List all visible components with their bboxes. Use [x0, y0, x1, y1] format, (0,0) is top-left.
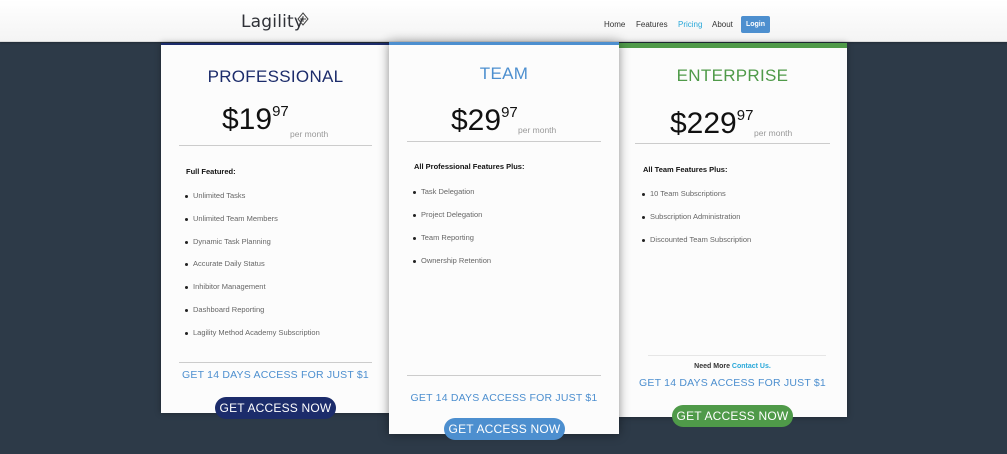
main-nav: Home Features Pricing About Login — [0, 16, 1007, 36]
divider — [635, 143, 830, 144]
price-period: per month — [754, 128, 793, 138]
plan-price: $2997 — [451, 104, 518, 138]
feature-item: Task Delegation — [412, 187, 475, 196]
features-heading: Full Featured: — [186, 167, 236, 176]
plan-price: $22997 — [670, 107, 753, 141]
nav-features[interactable]: Features — [636, 20, 668, 29]
divider — [407, 141, 601, 142]
feature-item: Dynamic Task Planning — [185, 237, 271, 246]
divider — [648, 355, 826, 356]
trial-offer-text: GET 14 DAYS ACCESS FOR JUST $1 — [410, 392, 598, 404]
feature-item: Project Delegation — [412, 210, 483, 219]
feature-item: Unlimited Team Members — [185, 214, 278, 223]
trial-offer-text: GET 14 DAYS ACCESS FOR JUST $1 — [182, 369, 369, 381]
contact-note: Need More Contact Us. — [618, 363, 847, 370]
features-heading: All Professional Features Plus: — [414, 162, 525, 171]
plan-title: PROFESSIONAL — [207, 67, 344, 86]
plan-price: $1997 — [222, 103, 289, 137]
plan-card-team: TEAM $2997 per month All Professional Fe… — [389, 42, 619, 434]
feature-item: Dashboard Reporting — [184, 305, 265, 314]
trial-offer-text: GET 14 DAYS ACCESS FOR JUST $1 — [639, 377, 826, 389]
price-cents: 97 — [736, 107, 754, 124]
plan-title: TEAM — [479, 64, 529, 83]
contact-us-link[interactable]: Contact Us. — [732, 363, 771, 370]
nav-about[interactable]: About — [712, 20, 733, 29]
get-access-button-team[interactable]: GET ACCESS NOW — [444, 418, 565, 440]
divider — [407, 375, 601, 376]
feature-item: Lagility Method Academy Subscription — [185, 328, 320, 337]
divider — [179, 362, 372, 363]
price-main: $229 — [670, 107, 737, 140]
price-main: $29 — [451, 104, 502, 137]
feature-item: Inhibitor Management — [185, 282, 266, 291]
price-main: $19 — [222, 103, 273, 136]
plan-title: ENTERPRISE — [676, 66, 789, 85]
get-access-button-professional[interactable]: GET ACCESS NOW — [215, 397, 336, 419]
feature-item: Accurate Daily Status — [185, 259, 265, 268]
feature-item: Team Reporting — [413, 233, 474, 242]
price-cents: 97 — [501, 104, 518, 121]
nav-pricing[interactable]: Pricing — [678, 20, 702, 29]
nav-home[interactable]: Home — [604, 20, 625, 29]
feature-item: Subscription Administration — [641, 212, 741, 221]
get-access-button-enterprise[interactable]: GET ACCESS NOW — [672, 405, 793, 427]
price-cents: 97 — [272, 103, 289, 120]
feature-item: 10 Team Subscriptions — [642, 189, 726, 198]
features-heading: All Team Features Plus: — [643, 165, 728, 174]
plan-card-enterprise: ENTERPRISE $22997 per month All Team Fea… — [618, 43, 847, 417]
divider — [179, 145, 372, 146]
login-button[interactable]: Login — [741, 16, 770, 33]
contact-prefix: Need More — [694, 363, 730, 370]
plan-card-professional: PROFESSIONAL $1997 per month Full Featur… — [161, 43, 390, 413]
site-header: Lagility Home Features Pricing About Log… — [0, 0, 1007, 42]
price-period: per month — [290, 129, 329, 139]
price-period: per month — [518, 125, 557, 135]
feature-item: Discounted Team Subscription — [641, 235, 752, 244]
feature-item: Ownership Retention — [412, 256, 492, 265]
feature-item: Unlimited Tasks — [184, 191, 246, 200]
